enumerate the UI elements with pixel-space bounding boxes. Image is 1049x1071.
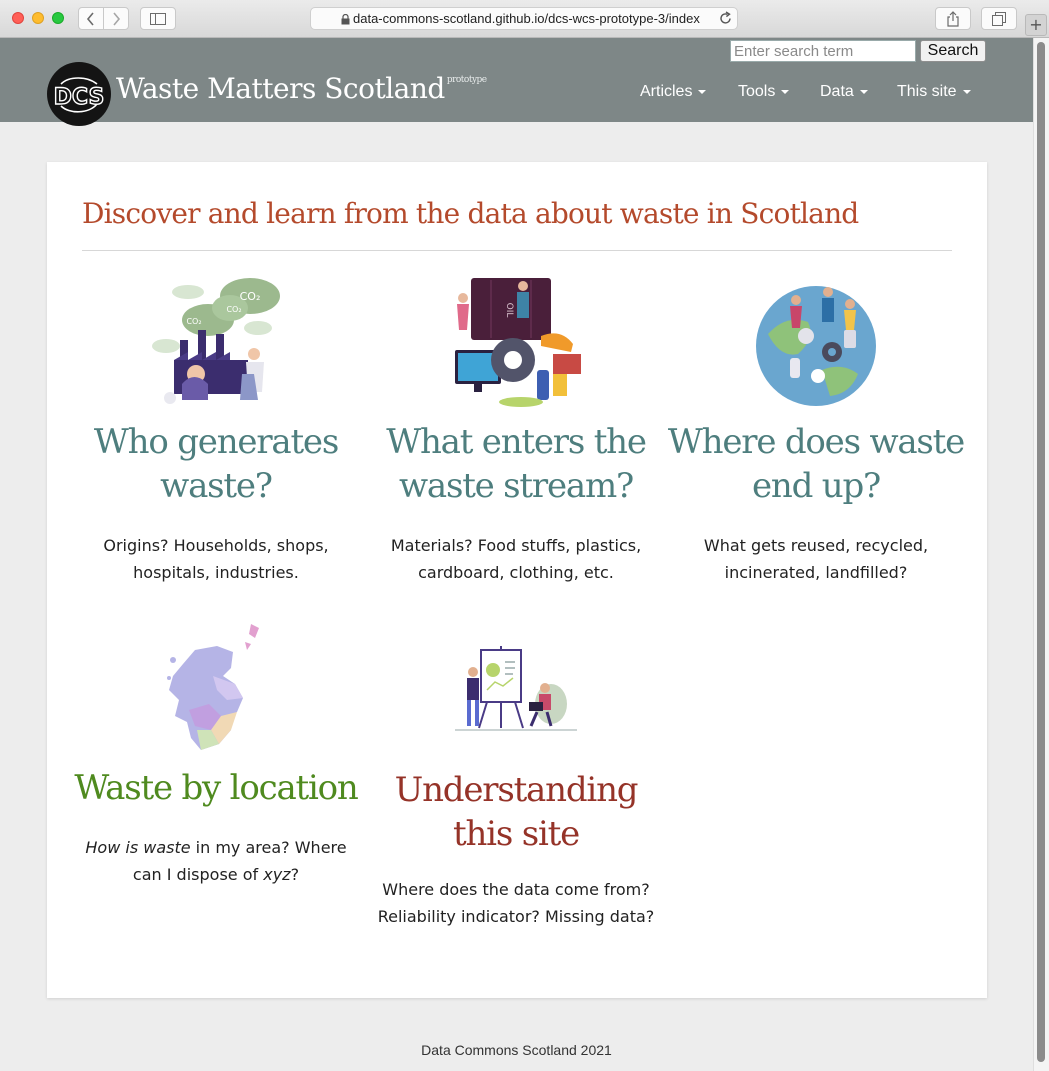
tile-title-line: Who generates — [93, 422, 339, 462]
tile-desc-line: Reliability indicator? Missing data? — [377, 907, 655, 926]
tile-desc-line: hospitals, industries. — [133, 563, 299, 582]
tile-desc-line: Materials? Food stuffs, plastics, — [390, 536, 642, 555]
dcs-logo-icon: DCS — [53, 77, 105, 113]
waste-stream-illustration: OIL — [455, 278, 581, 407]
tile-description: What gets reused, recycled, incinerated,… — [666, 532, 966, 586]
site-header: DCS Waste Matters Scotlandprototype Sear… — [0, 38, 1033, 126]
browser-toolbar: data-commons-scotland.github.io/dcs-wcs-… — [0, 0, 1049, 38]
tile-desc-line: How is waste in my area? Where — [66, 834, 366, 861]
tile-description: How is waste in my area? Where can I dis… — [66, 834, 366, 888]
tile-desc-line: can I dispose of xyz? — [66, 861, 366, 888]
title-divider — [82, 250, 952, 251]
tile-desc-line: What gets reused, recycled, — [703, 536, 929, 555]
tile-waste-by-location[interactable]: Waste by location How is waste in my are… — [66, 620, 366, 888]
co2-label: CO₂ — [186, 317, 201, 326]
tabs-icon — [992, 11, 1006, 26]
tile-desc-line: incinerated, landfilled? — [724, 563, 908, 582]
tile-desc-line: Origins? Households, shops, — [103, 536, 329, 555]
tile-title[interactable]: What enters the waste stream? — [366, 420, 666, 508]
forward-button[interactable] — [103, 7, 129, 30]
nav-data-label: Data — [820, 83, 854, 100]
tile-description: Materials? Food stuffs, plastics, cardbo… — [366, 532, 666, 586]
sidebar-icon — [150, 12, 166, 25]
chevron-left-icon — [86, 11, 94, 26]
tile-description: Where does the data come from? Reliabili… — [366, 876, 666, 930]
tile-title[interactable]: Waste by location — [66, 766, 366, 810]
presentation-illustration — [455, 646, 577, 731]
caret-down-icon — [962, 90, 971, 94]
tile-title-line: waste? — [160, 466, 273, 506]
scotland-map-illustration — [167, 624, 259, 750]
scrollbar-thumb[interactable] — [1037, 42, 1045, 1062]
site-logo[interactable]: DCS — [47, 62, 111, 126]
site-title-text: Waste Matters Scotland — [116, 72, 445, 105]
co2-label: CO₂ — [240, 290, 261, 303]
tile-desc-line: cardboard, clothing, etc. — [418, 563, 614, 582]
chevron-right-icon — [113, 11, 121, 26]
tile-title[interactable]: Understanding this site — [366, 768, 666, 856]
oil-label: OIL — [504, 303, 514, 318]
new-tab-button[interactable]: + — [1025, 14, 1047, 36]
footer-text: Data Commons Scotland 2021 — [421, 1042, 612, 1058]
tab-overview-button[interactable] — [981, 7, 1017, 30]
window-close-button[interactable] — [12, 12, 24, 24]
window-minimize-button[interactable] — [32, 12, 44, 24]
globe-illustration — [756, 286, 876, 406]
tile-waste-stream[interactable]: OIL What enters the waste stream? Materi… — [366, 274, 666, 586]
tile-desc-text: ? — [290, 865, 300, 884]
tile-title[interactable]: Who generates waste? — [66, 420, 366, 508]
tile-title-line: Waste by location — [74, 768, 358, 808]
tile-desc-emphasis: How is waste — [85, 838, 191, 857]
lock-icon — [341, 14, 350, 25]
co2-label: CO₂ — [226, 305, 241, 314]
search-button[interactable]: Search — [920, 40, 986, 62]
tile-title-line: waste stream? — [398, 466, 634, 506]
site-title-sup: prototype — [446, 75, 487, 85]
tile-title-line: this site — [453, 814, 580, 854]
back-button[interactable] — [78, 7, 104, 30]
url-text: data-commons-scotland.github.io/dcs-wcs-… — [353, 11, 700, 26]
nav-data[interactable]: Data — [820, 83, 868, 101]
address-bar[interactable]: data-commons-scotland.github.io/dcs-wcs-… — [310, 7, 738, 30]
page-title: Discover and learn from the data about w… — [82, 197, 859, 230]
tile-who-generates[interactable]: CO₂ CO₂ CO₂ Who generates waste? Origins… — [66, 274, 366, 586]
caret-down-icon — [781, 90, 790, 94]
nav-tools-label: Tools — [738, 83, 776, 100]
site-title[interactable]: Waste Matters Scotland prototype — [116, 72, 487, 105]
main-card: Discover and learn from the data about w… — [47, 162, 987, 998]
nav-articles-label: Articles — [640, 83, 693, 100]
share-icon — [947, 10, 959, 27]
caret-down-icon — [859, 90, 868, 94]
nav-this-site[interactable]: This site — [897, 83, 971, 101]
tile-desc-text: can I dispose of — [132, 865, 264, 884]
share-button[interactable] — [935, 7, 971, 30]
reload-icon[interactable] — [718, 11, 733, 26]
tile-title[interactable]: Where does waste end up? — [666, 420, 966, 508]
tile-title-line: Where does waste — [667, 422, 965, 462]
nav-this-site-label: This site — [897, 83, 957, 100]
nav-tools[interactable]: Tools — [738, 83, 790, 101]
tile-description: Origins? Households, shops, hospitals, i… — [66, 532, 366, 586]
tile-desc-line: Where does the data come from? — [382, 880, 650, 899]
search-input[interactable] — [730, 40, 916, 62]
sidebar-toggle-button[interactable] — [140, 7, 176, 30]
caret-down-icon — [698, 90, 707, 94]
tile-waste-end-up[interactable]: Where does waste end up? What gets reuse… — [666, 274, 966, 586]
tile-desc-emphasis: xyz — [263, 865, 291, 884]
tile-desc-text: in my area? Where — [190, 838, 347, 857]
factory-illustration: CO₂ CO₂ CO₂ — [152, 278, 280, 404]
tile-title-line: What enters the — [386, 422, 647, 462]
nav-articles[interactable]: Articles — [640, 83, 707, 101]
tile-title-line: end up? — [751, 466, 881, 506]
tile-title-line: Understanding — [394, 770, 639, 810]
window-maximize-button[interactable] — [52, 12, 64, 24]
tile-understanding-site[interactable]: Understanding this site Where does the d… — [366, 646, 666, 930]
